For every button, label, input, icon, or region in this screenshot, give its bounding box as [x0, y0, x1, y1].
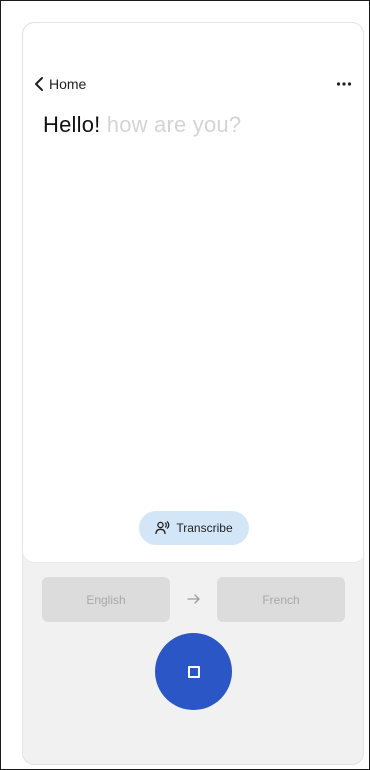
source-language-button[interactable]: English: [42, 577, 170, 622]
target-language-label: French: [262, 592, 300, 607]
transcript-text: Hello! how are you?: [43, 111, 343, 139]
source-language-label: English: [86, 592, 126, 607]
stop-button[interactable]: [155, 633, 232, 710]
transcribe-button[interactable]: Transcribe: [139, 511, 249, 545]
target-language-button[interactable]: French: [217, 577, 345, 622]
more-horizontal-icon: [336, 82, 352, 86]
language-selector: English French: [23, 577, 363, 622]
interim-text: how are you?: [106, 112, 242, 137]
final-text: Hello!: [43, 112, 101, 137]
back-label: Home: [49, 76, 87, 92]
screenshot-frame: Home Hello! how are you? Transcribe Engl…: [0, 0, 370, 770]
chevron-left-icon: [35, 77, 43, 91]
back-button[interactable]: Home: [33, 73, 86, 95]
top-bar: Home: [23, 73, 363, 97]
app-screen: Home Hello! how are you? Transcribe Engl…: [22, 22, 364, 765]
transcribe-label: Transcribe: [176, 521, 233, 535]
stop-icon: [187, 665, 200, 678]
more-options-button[interactable]: [333, 73, 355, 95]
transcript-card: Home Hello! how are you? Transcribe: [23, 23, 363, 563]
arrow-right-icon: [187, 594, 200, 604]
person-voice-icon: [155, 521, 170, 535]
